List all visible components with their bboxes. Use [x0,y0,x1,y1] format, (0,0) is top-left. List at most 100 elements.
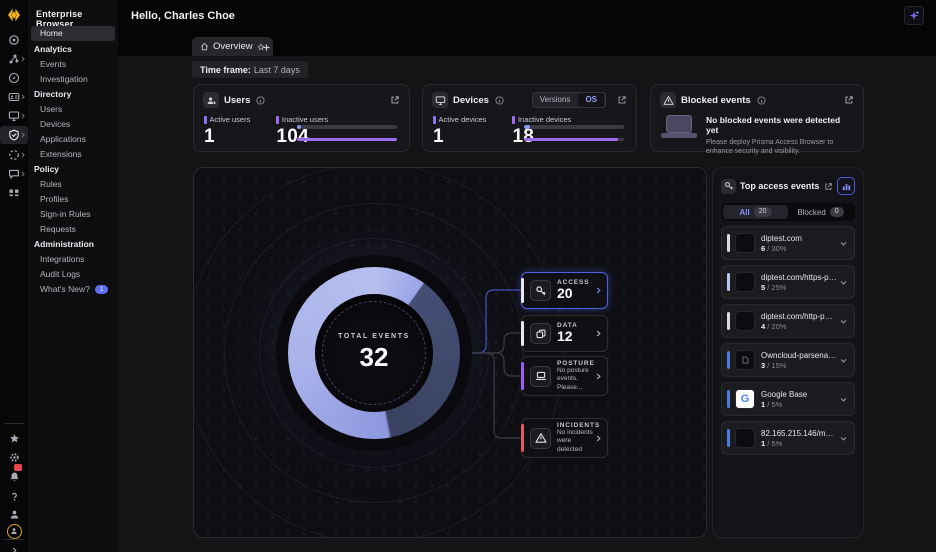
sidebar: Enterprise Browser Home Analytics Events… [28,0,118,552]
blocked-empty-subtitle: Please deploy Prisma Access Browser to e… [706,138,853,157]
sidebar-item-extensions[interactable]: Extensions [28,147,118,162]
laptop-illustration [661,115,697,141]
rail-feedback-chat-icon[interactable] [0,165,28,183]
chevron-down-icon[interactable] [840,240,847,247]
profile-icon[interactable] [0,505,28,523]
rail-apps-grid-icon[interactable] [0,184,28,202]
sidebar-item-home[interactable]: Home [31,26,115,41]
sidebar-item-investigation[interactable]: Investigation [28,72,118,87]
chevron-down-icon[interactable] [840,318,847,325]
sidebar-item-integrations[interactable]: Integrations [28,252,118,267]
access-event-row[interactable]: diptest.com/http-post/ 4 / 20% [721,304,855,338]
active-users-value: 1 [204,126,250,148]
node-access[interactable]: ACCESS 20 [521,272,608,309]
access-event-row[interactable]: Owncloud-parsename 3 / 15% [721,343,855,377]
inactive-devices-bar [524,138,618,142]
site-favicon [735,272,755,292]
chevron-down-icon[interactable] [840,396,847,403]
chart-view-toggle-button[interactable] [837,177,855,195]
total-events-donut[interactable]: TOTAL EVENTS 32 [288,267,460,439]
info-icon[interactable] [256,96,265,105]
rail-devices-icon[interactable] [0,107,28,125]
key-icon [530,280,551,301]
sidebar-item-whats-new[interactable]: What's New?1 [28,282,118,297]
monitor-icon [432,92,448,108]
sidebar-item-applications[interactable]: Applications [28,132,118,147]
whats-new-badge: 1 [95,285,109,294]
access-event-row[interactable]: diptest.com/https-post/ 5 / 25% [721,265,855,299]
inactive-devices-tick [512,116,515,124]
sidebar-item-profiles[interactable]: Profiles [28,192,118,207]
chevron-down-icon[interactable] [840,357,847,364]
notifications-bell-icon[interactable] [0,467,28,485]
chevron-right-icon [595,435,602,442]
tab-all[interactable]: All 20 [723,205,788,219]
event-name: diptest.com/http-post/ [761,312,837,321]
node-incidents[interactable]: INCIDENTS No incidents were detected [521,418,608,458]
icon-rail [0,0,28,552]
chevron-right-icon [20,56,26,62]
chevron-down-icon[interactable] [840,279,847,286]
help-icon[interactable] [0,487,28,505]
blocked-events-card: Blocked events No blocked events were de… [650,84,864,152]
rail-browser-security-icon[interactable] [0,126,28,144]
node-posture[interactable]: POSTURE No posture events. Please... [521,356,608,396]
access-event-row[interactable]: diptest.com 6 / 30% [721,226,855,260]
access-event-row[interactable]: G Google Base 1 / 5% [721,382,855,416]
event-name: diptest.com [761,234,837,243]
ai-assistant-button[interactable] [904,6,924,25]
toggle-versions[interactable]: Versions [533,93,578,107]
sidebar-item-requests[interactable]: Requests [28,222,118,237]
key-icon [721,179,736,194]
access-event-row[interactable]: 82.165.215.146/malwarez/M... 1 / 5% [721,421,855,455]
node-data[interactable]: DATA 12 [521,315,608,352]
sidebar-item-sign-in-rules[interactable]: Sign-in Rules [28,207,118,222]
external-link-icon[interactable] [390,95,400,105]
notification-badge [14,464,22,471]
site-favicon [735,311,755,331]
sidebar-item-users[interactable]: Users [28,102,118,117]
chevron-down-icon[interactable] [840,435,847,442]
favorites-star-icon[interactable] [0,429,28,447]
external-link-icon[interactable] [844,95,854,105]
incidents-label: INCIDENTS [557,422,595,429]
tab-strip: Overview [118,30,936,56]
event-name: Google Base [761,390,837,399]
row-accent-bar [727,234,730,252]
rail-sync-icon[interactable] [0,146,28,164]
rail-analytics-icon[interactable] [0,50,28,68]
users-card: Users Active users 1 Inactive users 104 [193,84,410,152]
warning-icon [660,92,676,108]
account-avatar[interactable] [0,522,28,540]
inactive-users-bar [297,138,397,142]
sidebar-section-analytics: Analytics [28,42,118,57]
access-panel-title: Top access events [740,181,819,191]
sidebar-item-audit-logs[interactable]: Audit Logs [28,267,118,282]
chevron-right-icon [20,94,26,100]
sidebar-item-rules[interactable]: Rules [28,177,118,192]
users-card-title: Users [224,95,250,106]
external-link-icon[interactable] [824,182,833,191]
info-icon[interactable] [495,96,504,105]
top-access-events-panel: Top access events All 20 Blocked 0 dipte… [712,167,864,538]
timeframe-filter[interactable]: Time frame: Last 7 days [192,61,308,78]
sidebar-item-devices[interactable]: Devices [28,117,118,132]
tab-blocked[interactable]: Blocked 0 [788,205,853,219]
access-value: 20 [557,286,595,301]
active-users-metric: Active users 1 [204,115,250,148]
active-users-bar [297,125,301,129]
devices-card-title: Devices [453,95,489,106]
toggle-os[interactable]: OS [578,93,604,107]
external-link-icon[interactable] [617,95,627,105]
posture-accent-bar [521,362,524,390]
blocked-events-card-title: Blocked events [681,95,751,106]
copy-icon [530,323,551,344]
rail-discover-icon[interactable] [0,69,28,87]
sidebar-item-events[interactable]: Events [28,57,118,72]
rail-directory-icon[interactable] [0,88,28,106]
site-favicon [735,233,755,253]
info-icon[interactable] [757,96,766,105]
collapse-sidebar-icon[interactable] [0,541,28,552]
rail-home-dashboard-icon[interactable] [0,31,28,49]
new-tab-button[interactable] [259,40,273,54]
